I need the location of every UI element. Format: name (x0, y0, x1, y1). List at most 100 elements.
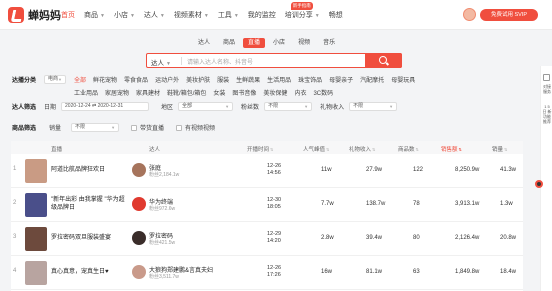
col-volume[interactable]: 销量⇅ (492, 145, 507, 153)
category-item[interactable]: 全部 (74, 75, 86, 84)
live-title[interactable]: 阿道比航品牌狂欢日 (51, 166, 129, 174)
nav-item-8[interactable]: 畅想 (329, 10, 343, 20)
date-range-picker[interactable]: 2020-12-24 ⇄ 2020-12-31 (61, 102, 150, 111)
anchor-avatar[interactable] (132, 231, 146, 245)
category-item[interactable]: 鞋靴/箱包/箱包 (167, 88, 206, 97)
cell-peak: 11w (321, 167, 332, 173)
anchor-avatar[interactable] (132, 197, 146, 211)
search-tab-5[interactable]: 音乐 (318, 38, 340, 48)
cell-sales: 3,913.1w (455, 201, 480, 207)
search-input[interactable]: 请输入达人名称、抖音号 (187, 57, 253, 66)
table-row[interactable]: 1 阿道比航品牌狂欢日 张庭 粉丝2,184.1w 12-26 14:56 11w 27.9w… (11, 154, 523, 188)
category-item[interactable]: 汽配摩托 (360, 75, 384, 84)
anchor-avatar[interactable] (132, 163, 146, 177)
search-icon (379, 56, 387, 64)
checkbox-video[interactable] (176, 124, 183, 131)
nav-item-7[interactable]: 培训分享 ▼ 新手指南 (285, 2, 320, 20)
row-rank: 4 (13, 268, 17, 274)
table-header: 直播 达人 开播时间⇅ 人气峰值⇅ 礼物收入⇅ 商品数⇅ 销售额⇅ 销量⇅ (11, 141, 523, 154)
search-tab-3[interactable]: 小店 (268, 38, 290, 48)
nav-item-2[interactable]: 小店 ▼ (114, 10, 135, 20)
nav-item-6[interactable]: 我的监控 (248, 10, 276, 20)
vip-trial-button[interactable]: 免费试用 SVIP (480, 9, 538, 21)
category-item[interactable]: 图书音像 (232, 88, 256, 97)
brand-logo[interactable]: 蝉妈妈 (8, 7, 61, 23)
category-select[interactable]: 电商 ▼ (44, 75, 67, 84)
live-cover-image[interactable] (25, 261, 47, 285)
col-anchor: 达人 (149, 147, 161, 153)
category-item[interactable]: 母婴玩具 (391, 75, 415, 84)
chevron-down-icon: ▼ (159, 13, 165, 19)
live-cover-image[interactable] (25, 227, 47, 251)
category-item[interactable]: 内衣 (294, 88, 306, 97)
nav-item-5[interactable]: 工具 ▼ (218, 10, 239, 20)
region-select[interactable]: 全部 ▼ (178, 102, 234, 111)
category-item[interactable]: 美妆保健 (263, 88, 287, 97)
table-row[interactable]: 3 罗拉密码双旦服装盛宴 罗拉密码 粉丝421.5w 12-29 14:20 2.8w 39.… (11, 222, 523, 256)
nav-item-4[interactable]: 视频素材 ▼ (174, 10, 209, 20)
gift-income-select[interactable]: 不限 ▼ (349, 102, 398, 111)
col-peak[interactable]: 人气峰值⇅ (303, 145, 329, 153)
search-tab-4[interactable]: 视频 (293, 38, 315, 48)
live-title[interactable]: 真心真意，宠真生日♥ (51, 268, 129, 276)
table-row[interactable]: 4 真心真意，宠真生日♥ 大狼狗郑建鹏&言真夫妇 粉丝3,511.7w 12-26 17:… (11, 256, 523, 290)
new-feature-label[interactable]: 1 5 日 新功能推荐 (542, 104, 552, 124)
anchor-fans: 粉丝421.5w (149, 240, 176, 246)
sales-select[interactable]: 不限 ▼ (71, 123, 120, 132)
checkbox-goods-live[interactable] (131, 124, 138, 131)
search-tab-1[interactable]: 商品 (218, 38, 240, 48)
live-title[interactable]: 罗拉密码双旦服装盛宴 (51, 234, 129, 242)
cell-sales: 2,126.4w (455, 235, 480, 241)
col-sales[interactable]: 销售额⇅ (441, 145, 462, 153)
category-item[interactable]: 服装 (217, 75, 229, 84)
category-item[interactable]: 家居宠物 (105, 88, 129, 97)
anchor-avatar[interactable] (132, 265, 146, 279)
live-cover-image[interactable] (25, 193, 47, 217)
col-gift[interactable]: 礼物收入⇅ (349, 145, 375, 153)
nav-item-1[interactable]: 商品 ▼ (84, 10, 105, 20)
cell-gift: 81.1w (366, 269, 383, 275)
category-item[interactable]: 3C数码 (313, 88, 333, 97)
cell-gift: 27.9w (366, 167, 383, 173)
category-item[interactable]: 女装 (213, 88, 225, 97)
start-clock: 17:26 (267, 272, 281, 278)
nav-item-3[interactable]: 达人 ▼ (144, 10, 165, 20)
service-label[interactable]: 对接服务 (542, 84, 552, 94)
search-tab-0[interactable]: 达人 (193, 38, 215, 48)
category-item[interactable]: 工业用品 (74, 88, 98, 97)
category-item[interactable]: 家具建材 (136, 88, 160, 97)
product-row-label: 商品筛选 (12, 126, 37, 132)
float-toggle-icon[interactable] (535, 180, 543, 188)
start-time: 12-26 14:56 (267, 163, 281, 177)
chevron-down-icon: ▼ (203, 13, 209, 19)
service-icon[interactable] (543, 74, 550, 81)
user-avatar[interactable] (463, 8, 476, 21)
search-button[interactable] (365, 53, 402, 68)
cell-goods: 78 (413, 201, 420, 207)
brand-name: 蝉妈妈 (28, 10, 61, 22)
chevron-down-icon: ▼ (100, 13, 105, 19)
live-title[interactable]: "新年出彩 由我掌握 "华为超级品牌日 (51, 196, 129, 212)
category-item[interactable]: 零食食品 (124, 75, 148, 84)
sort-icon: ⇅ (270, 147, 274, 152)
search-tab-2[interactable]: 直播 (243, 38, 266, 48)
category-item[interactable]: 生活用品 (267, 75, 291, 84)
category-item[interactable]: 运动户外 (155, 75, 179, 84)
live-cover-image[interactable] (25, 159, 47, 183)
table-row[interactable]: 2 "新年出彩 由我掌握 "华为超级品牌日 华为终端 粉丝972.6w 12-30 18:… (11, 188, 523, 222)
search-box: 达人 ▼ 请输入达人名称、抖音号 (146, 53, 402, 68)
start-date: 12-29 (267, 231, 282, 237)
category-item[interactable]: 珠宝饰品 (298, 75, 322, 84)
nav-item-0[interactable]: 首页 (61, 10, 75, 20)
category-item[interactable]: 母婴亲子 (329, 75, 353, 84)
col-goods[interactable]: 商品数⇅ (398, 145, 419, 153)
anchor-fans: 粉丝972.6w (149, 206, 176, 212)
search-type-select[interactable]: 达人 ▼ (151, 57, 171, 67)
fans-select[interactable]: 不限 ▼ (264, 102, 313, 111)
category-item[interactable]: 鲜花宠物 (93, 75, 117, 84)
col-start-time[interactable]: 开播时间⇅ (247, 145, 273, 153)
divider (181, 57, 182, 65)
date-label: 日期 (44, 105, 57, 111)
category-item[interactable]: 生鲜蔬果 (236, 75, 260, 84)
category-item[interactable]: 美妆护肤 (186, 75, 210, 84)
